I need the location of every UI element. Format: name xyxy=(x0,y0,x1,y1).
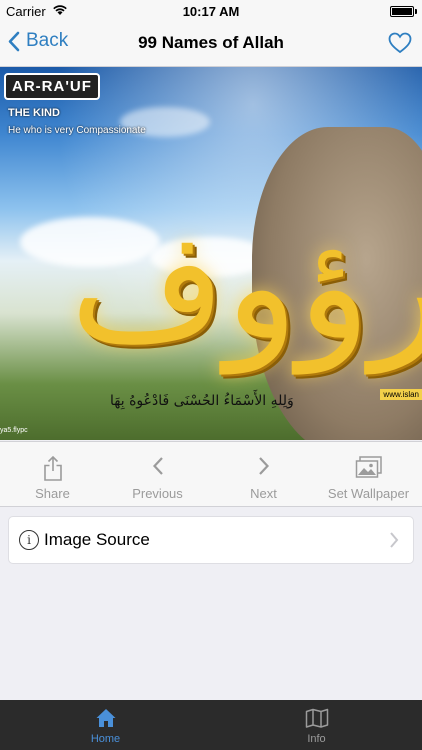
previous-button[interactable]: Previous xyxy=(105,442,210,506)
navigation-bar: Back 99 Names of Allah xyxy=(0,22,422,67)
image-source-label: Image Source xyxy=(44,530,150,549)
next-button[interactable]: Next xyxy=(211,442,316,506)
battery-icon xyxy=(390,6,417,17)
home-icon xyxy=(96,709,115,727)
tab-info[interactable]: Info xyxy=(211,700,422,750)
status-bar: Carrier 10:17 AM xyxy=(0,0,422,22)
previous-label: Previous xyxy=(132,486,183,501)
watermark-right: www.islan xyxy=(380,389,422,400)
quran-verse: وَلِلهِ الأَسْمَاءُ الحُسْنَى فَادْعُوهُ… xyxy=(110,393,294,409)
watermark-left: ya5.flypc xyxy=(0,427,28,434)
arabic-calligraphy: الرؤوف xyxy=(70,200,422,374)
page-title: 99 Names of Allah xyxy=(138,33,284,52)
tab-bar: Home Info xyxy=(0,700,422,750)
photos-icon xyxy=(355,456,382,478)
heart-icon xyxy=(388,32,412,54)
share-button[interactable]: Share xyxy=(0,442,105,506)
action-toolbar: Share Previous Next Set Wallpaper xyxy=(0,441,422,507)
chevron-right-icon xyxy=(258,457,269,475)
english-name: THE KIND xyxy=(8,107,60,119)
info-icon: i xyxy=(19,530,39,550)
tab-home-label: Home xyxy=(90,733,121,745)
share-icon xyxy=(43,456,62,481)
name-image: AR-RA'UF THE KIND He who is very Compass… xyxy=(0,67,422,440)
map-icon xyxy=(305,708,328,728)
tab-info-label: Info xyxy=(307,733,326,745)
transliteration-badge: AR-RA'UF xyxy=(4,73,100,100)
share-label: Share xyxy=(35,486,70,501)
next-label: Next xyxy=(250,486,277,501)
image-source-cell[interactable]: i Image Source xyxy=(8,516,414,564)
name-meaning: He who is very Compassionate xyxy=(8,125,146,136)
clock: 10:17 AM xyxy=(182,4,240,19)
tab-home[interactable]: Home xyxy=(0,700,211,750)
set-wallpaper-button[interactable]: Set Wallpaper xyxy=(316,442,421,506)
chevron-left-icon xyxy=(152,457,163,475)
favorite-button[interactable] xyxy=(388,32,412,59)
set-wallpaper-label: Set Wallpaper xyxy=(327,486,410,501)
chevron-right-icon xyxy=(389,531,399,554)
